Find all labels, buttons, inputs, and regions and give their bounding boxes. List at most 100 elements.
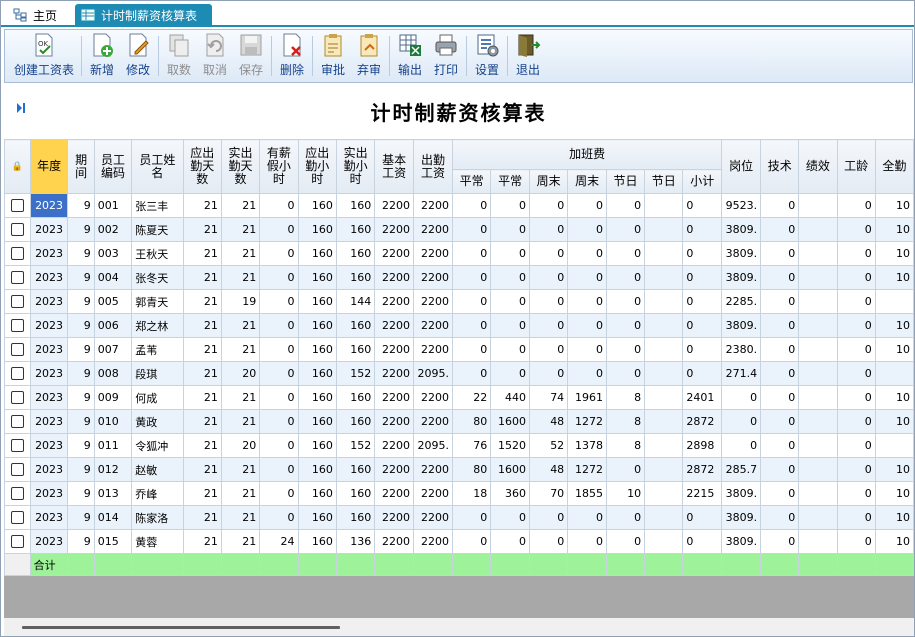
table-cell[interactable]: 0 (567, 289, 607, 314)
table-cell[interactable]: 0 (836, 217, 876, 242)
table-cell[interactable] (644, 217, 684, 242)
table-cell[interactable]: 2200 (374, 505, 415, 530)
col-overtime-5[interactable]: 节日 (644, 169, 684, 194)
table-cell[interactable]: 9 (67, 265, 95, 290)
table-cell[interactable]: 0 (528, 193, 569, 218)
table-cell[interactable]: 0 (760, 433, 800, 458)
table-cell[interactable]: 0 (760, 361, 800, 386)
col-attend-salary[interactable]: 出勤工资 (413, 139, 454, 194)
table-cell[interactable]: 160 (297, 361, 337, 386)
table-cell[interactable]: 0 (760, 337, 800, 362)
table-cell[interactable]: 144 (335, 289, 376, 314)
table-cell[interactable]: 10 (874, 217, 914, 242)
table-cell[interactable] (798, 289, 838, 314)
table-cell[interactable]: 21 (182, 505, 222, 530)
col-post[interactable]: 岗位 (721, 139, 762, 194)
table-cell[interactable]: 0 (528, 289, 569, 314)
col-paid-leave[interactable]: 有薪假小时 (259, 139, 299, 194)
table-cell[interactable]: 9 (67, 409, 95, 434)
table-cell[interactable]: 1600 (490, 409, 530, 434)
table-cell[interactable]: 0 (490, 361, 530, 386)
table-cell[interactable]: 段琪 (131, 361, 184, 386)
table-row[interactable]: 2023 9 001 张三丰 21 21 0 160 160 2200 2200 0 0 0 0 0 0 9523… (4, 193, 914, 218)
table-cell[interactable]: 3809. (721, 217, 762, 242)
table-row[interactable]: 2023 9 010 黄政 21 21 0 160 160 2200 2200 80 1600 48 127… (4, 409, 914, 434)
table-cell[interactable]: 2095. (413, 361, 454, 386)
row-checkbox[interactable] (10, 487, 24, 501)
table-cell[interactable]: 285.7 (721, 457, 762, 482)
table-cell[interactable]: 2023 (29, 193, 69, 218)
row-checkbox[interactable] (10, 511, 24, 525)
row-checkbox[interactable] (10, 319, 24, 333)
table-cell[interactable]: 2200 (413, 289, 454, 314)
table-cell[interactable]: 0 (836, 385, 876, 410)
table-row[interactable]: 2023 9 013 乔峰 21 21 0 160 160 2200 2200 18 360 70 1855… (4, 481, 914, 506)
table-cell[interactable]: 2898 (682, 433, 723, 458)
table-cell[interactable]: 0 (259, 217, 299, 242)
table-cell[interactable] (798, 193, 838, 218)
table-cell[interactable]: 160 (335, 385, 376, 410)
table-cell[interactable]: 10 (874, 265, 914, 290)
table-cell[interactable]: 21 (220, 193, 261, 218)
table-cell[interactable] (798, 433, 838, 458)
table-cell[interactable] (798, 241, 838, 266)
table-cell[interactable]: 2200 (374, 193, 415, 218)
create-payroll-button[interactable]: OK 创建工资表 (9, 30, 79, 82)
table-cell[interactable] (644, 241, 684, 266)
table-cell[interactable]: 0 (259, 457, 299, 482)
table-cell[interactable]: 9 (67, 241, 95, 266)
table-cell[interactable] (644, 385, 684, 410)
table-cell[interactable]: 21 (220, 313, 261, 338)
table-cell[interactable]: 20 (220, 433, 261, 458)
table-cell[interactable]: 0 (682, 217, 723, 242)
table-cell[interactable] (644, 193, 684, 218)
col-due-days[interactable]: 应出勤天数 (182, 139, 222, 194)
table-cell[interactable] (644, 505, 684, 530)
table-cell[interactable] (644, 481, 684, 506)
horizontal-scrollbar[interactable] (4, 618, 914, 636)
table-cell[interactable]: 10 (874, 385, 914, 410)
fetch-button[interactable]: 取数 (161, 30, 197, 82)
table-cell[interactable]: 2023 (29, 361, 69, 386)
table-cell[interactable]: 1855 (567, 481, 607, 506)
table-cell[interactable]: 160 (297, 193, 337, 218)
lock-column-header[interactable]: 🔒 (4, 139, 31, 194)
table-cell[interactable]: 0 (490, 505, 530, 530)
table-cell[interactable]: 160 (297, 505, 337, 530)
table-cell[interactable]: 0 (682, 505, 723, 530)
table-cell[interactable] (644, 433, 684, 458)
table-cell[interactable]: 2872 (682, 457, 723, 482)
table-cell[interactable]: 0 (567, 217, 607, 242)
table-cell[interactable]: 0 (528, 241, 569, 266)
table-cell[interactable]: 张三丰 (131, 193, 184, 218)
table-cell[interactable]: 0 (567, 529, 607, 554)
table-cell[interactable]: 1961 (567, 385, 607, 410)
table-row[interactable]: 2023 9 011 令狐冲 21 20 0 160 152 2200 2095. 76 1520 52 1… (4, 433, 914, 458)
table-cell[interactable]: 2023 (29, 241, 69, 266)
table-cell[interactable]: 2200 (374, 529, 415, 554)
table-cell[interactable]: 0 (528, 361, 569, 386)
table-cell[interactable]: 黄政 (131, 409, 184, 434)
table-cell[interactable]: 2023 (29, 289, 69, 314)
table-cell[interactable]: 2200 (374, 337, 415, 362)
table-cell[interactable]: 160 (297, 457, 337, 482)
table-cell[interactable] (874, 361, 914, 386)
table-cell[interactable]: 郭青天 (131, 289, 184, 314)
table-cell[interactable]: 0 (836, 265, 876, 290)
table-cell[interactable]: 王秋天 (131, 241, 184, 266)
table-cell[interactable]: 005 (93, 289, 133, 314)
table-cell[interactable]: 001 (93, 193, 133, 218)
scrollbar-thumb[interactable] (22, 626, 340, 629)
row-checkbox[interactable] (10, 439, 24, 453)
table-cell[interactable]: 0 (682, 337, 723, 362)
table-row[interactable]: 2023 9 015 黄蓉 21 21 24 160 136 2200 2200 0 0 0 0 0 0 3809… (4, 529, 914, 554)
table-cell[interactable]: 3809. (721, 313, 762, 338)
table-cell[interactable]: 0 (836, 505, 876, 530)
table-cell[interactable]: 0 (490, 313, 530, 338)
table-cell[interactable]: 21 (220, 457, 261, 482)
edit-button[interactable]: 修改 (120, 30, 156, 82)
table-cell[interactable]: 0 (452, 193, 492, 218)
row-checkbox[interactable] (10, 535, 24, 549)
table-cell[interactable]: 10 (874, 529, 914, 554)
table-row[interactable]: 2023 9 014 陈家洛 21 21 0 160 160 2200 2200 0 0 0 0 0 0 3809… (4, 505, 914, 530)
